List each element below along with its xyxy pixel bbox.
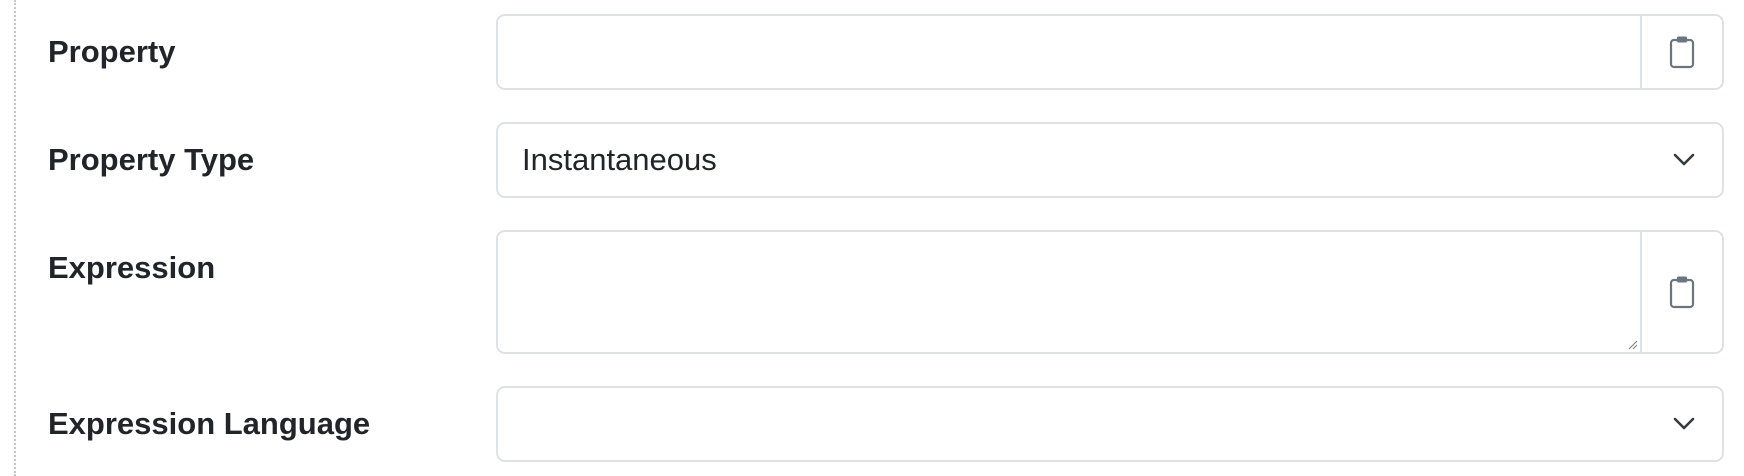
property-type-selected-value: Instantaneous (522, 142, 717, 177)
property-type-label: Property Type (48, 142, 255, 177)
property-form: Property Property Type Instantaneous Exp… (0, 0, 1744, 476)
expression-row: Expression (0, 230, 1744, 354)
expression-language-select-area[interactable] (498, 388, 1722, 460)
property-type-select[interactable]: Instantaneous (496, 122, 1724, 198)
expression-language-select[interactable] (496, 386, 1724, 462)
resize-handle-icon[interactable] (1626, 338, 1638, 350)
expression-input-group (496, 230, 1724, 354)
property-input-group (496, 14, 1724, 90)
expression-textarea[interactable] (498, 232, 1640, 352)
expression-label: Expression (48, 250, 216, 285)
clipboard-icon (1669, 276, 1695, 309)
expression-paste-button[interactable] (1640, 232, 1722, 352)
chevron-down-icon (1673, 153, 1695, 166)
chevron-down-icon (1673, 417, 1695, 430)
property-paste-button[interactable] (1640, 16, 1722, 88)
expression-language-row: Expression Language (0, 386, 1744, 462)
property-label: Property (48, 34, 176, 69)
clipboard-icon (1669, 36, 1695, 69)
property-type-row: Property Type Instantaneous (0, 122, 1744, 198)
property-input[interactable] (498, 16, 1640, 88)
property-row: Property (0, 14, 1744, 90)
expression-language-label: Expression Language (48, 406, 371, 441)
